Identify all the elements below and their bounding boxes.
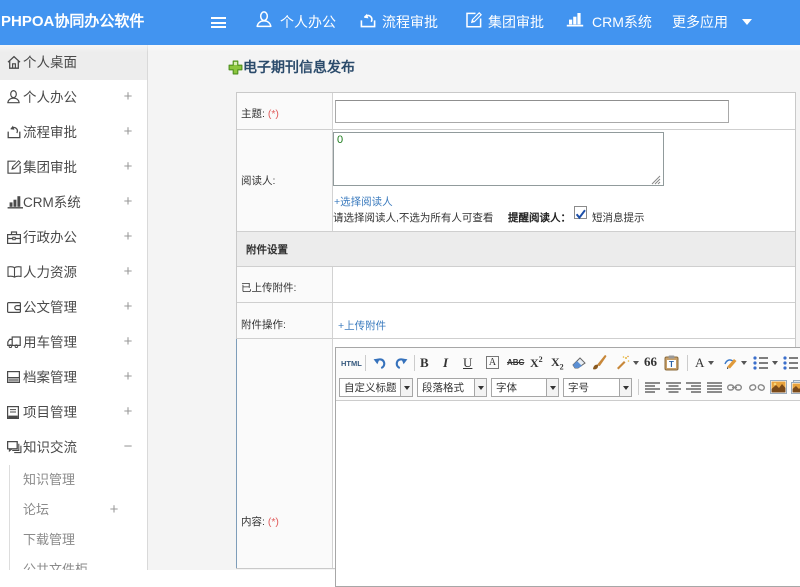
svg-text:T: T: [669, 360, 674, 369]
